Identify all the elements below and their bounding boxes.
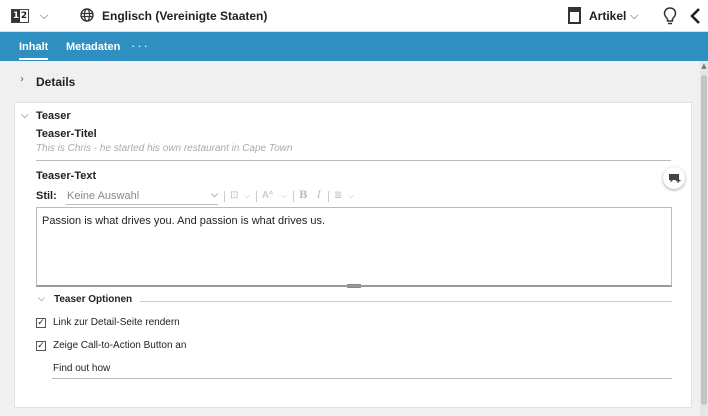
teaser-section-title[interactable]: Teaser	[36, 110, 71, 122]
more-tabs-button[interactable]: ···	[131, 38, 150, 53]
scrollbar[interactable]	[700, 61, 708, 416]
toolbar-divider	[293, 191, 294, 202]
insert-box-icon[interactable]: ⊡	[230, 190, 238, 201]
toolbar-divider	[256, 191, 257, 202]
checkbox-label: Zeige Call-to-Action Button an	[53, 340, 187, 351]
resize-handle[interactable]	[347, 284, 361, 288]
chevron-down-icon[interactable]: ⌵	[211, 190, 218, 200]
language-toggle-2: 2	[20, 11, 28, 21]
chevron-down-icon[interactable]: ⌵	[244, 191, 250, 201]
scroll-up-icon[interactable]: ▲	[700, 62, 708, 70]
divider	[140, 301, 672, 302]
checkbox-checked-icon[interactable]: ✓	[36, 341, 46, 351]
font-size-icon[interactable]: Aᴬ	[262, 190, 273, 201]
teaser-title-placeholder: This is Chris - he started his own resta…	[36, 143, 293, 154]
tab-bar: Inhalt Metadaten ···	[0, 32, 708, 61]
chevron-down-icon[interactable]: ⌵	[348, 191, 354, 201]
tab-inhalt[interactable]: Inhalt	[19, 41, 49, 60]
chevron-down-icon[interactable]: ⌵	[38, 294, 45, 304]
teaser-title-input[interactable]: This is Chris - he started his own resta…	[36, 143, 671, 161]
style-select[interactable]: Keine Auswahl ⌵	[66, 189, 218, 205]
teaser-text-value: Passion is what drives you. And passion …	[42, 215, 326, 227]
style-select-value: Keine Auswahl	[67, 190, 140, 202]
cta-text-input[interactable]: Find out how	[52, 361, 672, 379]
checkbox-checked-icon[interactable]: ✓	[36, 318, 46, 328]
toolbar-divider	[328, 191, 329, 202]
language-toggle-1: 1	[12, 10, 20, 22]
comment-button[interactable]	[663, 167, 685, 189]
teaser-text-editor[interactable]: Passion is what drives you. And passion …	[36, 207, 672, 288]
checkbox-label: Link zur Detail-Seite rendern	[53, 317, 180, 328]
details-section-title: Details	[36, 75, 76, 89]
italic-icon[interactable]: I	[317, 190, 321, 201]
teaser-options-title: Teaser Optionen	[54, 294, 133, 305]
cta-text-value: Find out how	[53, 363, 111, 374]
teaser-options-header[interactable]: ⌵ Teaser Optionen	[36, 294, 672, 308]
comment-icon	[669, 174, 681, 183]
top-bar: 1 2 ⌵ Englisch (Vereinigte Staaten) Arti…	[0, 0, 708, 32]
chevron-right-icon[interactable]: ›	[20, 74, 24, 85]
chevron-down-icon[interactable]: ⌵	[281, 191, 287, 201]
rich-text-toolbar: Stil: Keine Auswahl ⌵ ⊡ ⌵ Aᴬ ⌵ B I ≣ ⌵	[36, 189, 436, 205]
style-label: Stil:	[36, 190, 57, 202]
teaser-section: ⌵ Teaser Teaser-Titel This is Chris - he…	[14, 102, 692, 408]
chevron-down-icon[interactable]: ⌵	[21, 110, 29, 121]
tab-metadaten[interactable]: Metadaten	[66, 41, 120, 53]
globe-icon	[80, 8, 94, 22]
locale-label[interactable]: Englisch (Vereinigte Staaten)	[102, 9, 267, 23]
teaser-title-label: Teaser-Titel	[36, 128, 97, 140]
teaser-text-label: Teaser-Text	[36, 170, 97, 182]
toolbar-divider	[224, 191, 225, 202]
chevron-down-icon[interactable]: ⌵	[630, 9, 638, 23]
document-type-label[interactable]: Artikel	[589, 9, 626, 23]
scrollbar-thumb[interactable]	[701, 75, 707, 405]
bold-icon[interactable]: B	[299, 190, 307, 201]
chevron-left-icon[interactable]	[688, 6, 702, 26]
document-icon	[568, 7, 581, 24]
language-toggle[interactable]: 1 2	[11, 9, 29, 23]
align-icon[interactable]: ≣	[334, 190, 342, 201]
lightbulb-icon[interactable]	[663, 6, 677, 26]
chevron-down-icon[interactable]: ⌵	[40, 9, 48, 23]
details-section-header[interactable]: › Details	[14, 67, 692, 95]
